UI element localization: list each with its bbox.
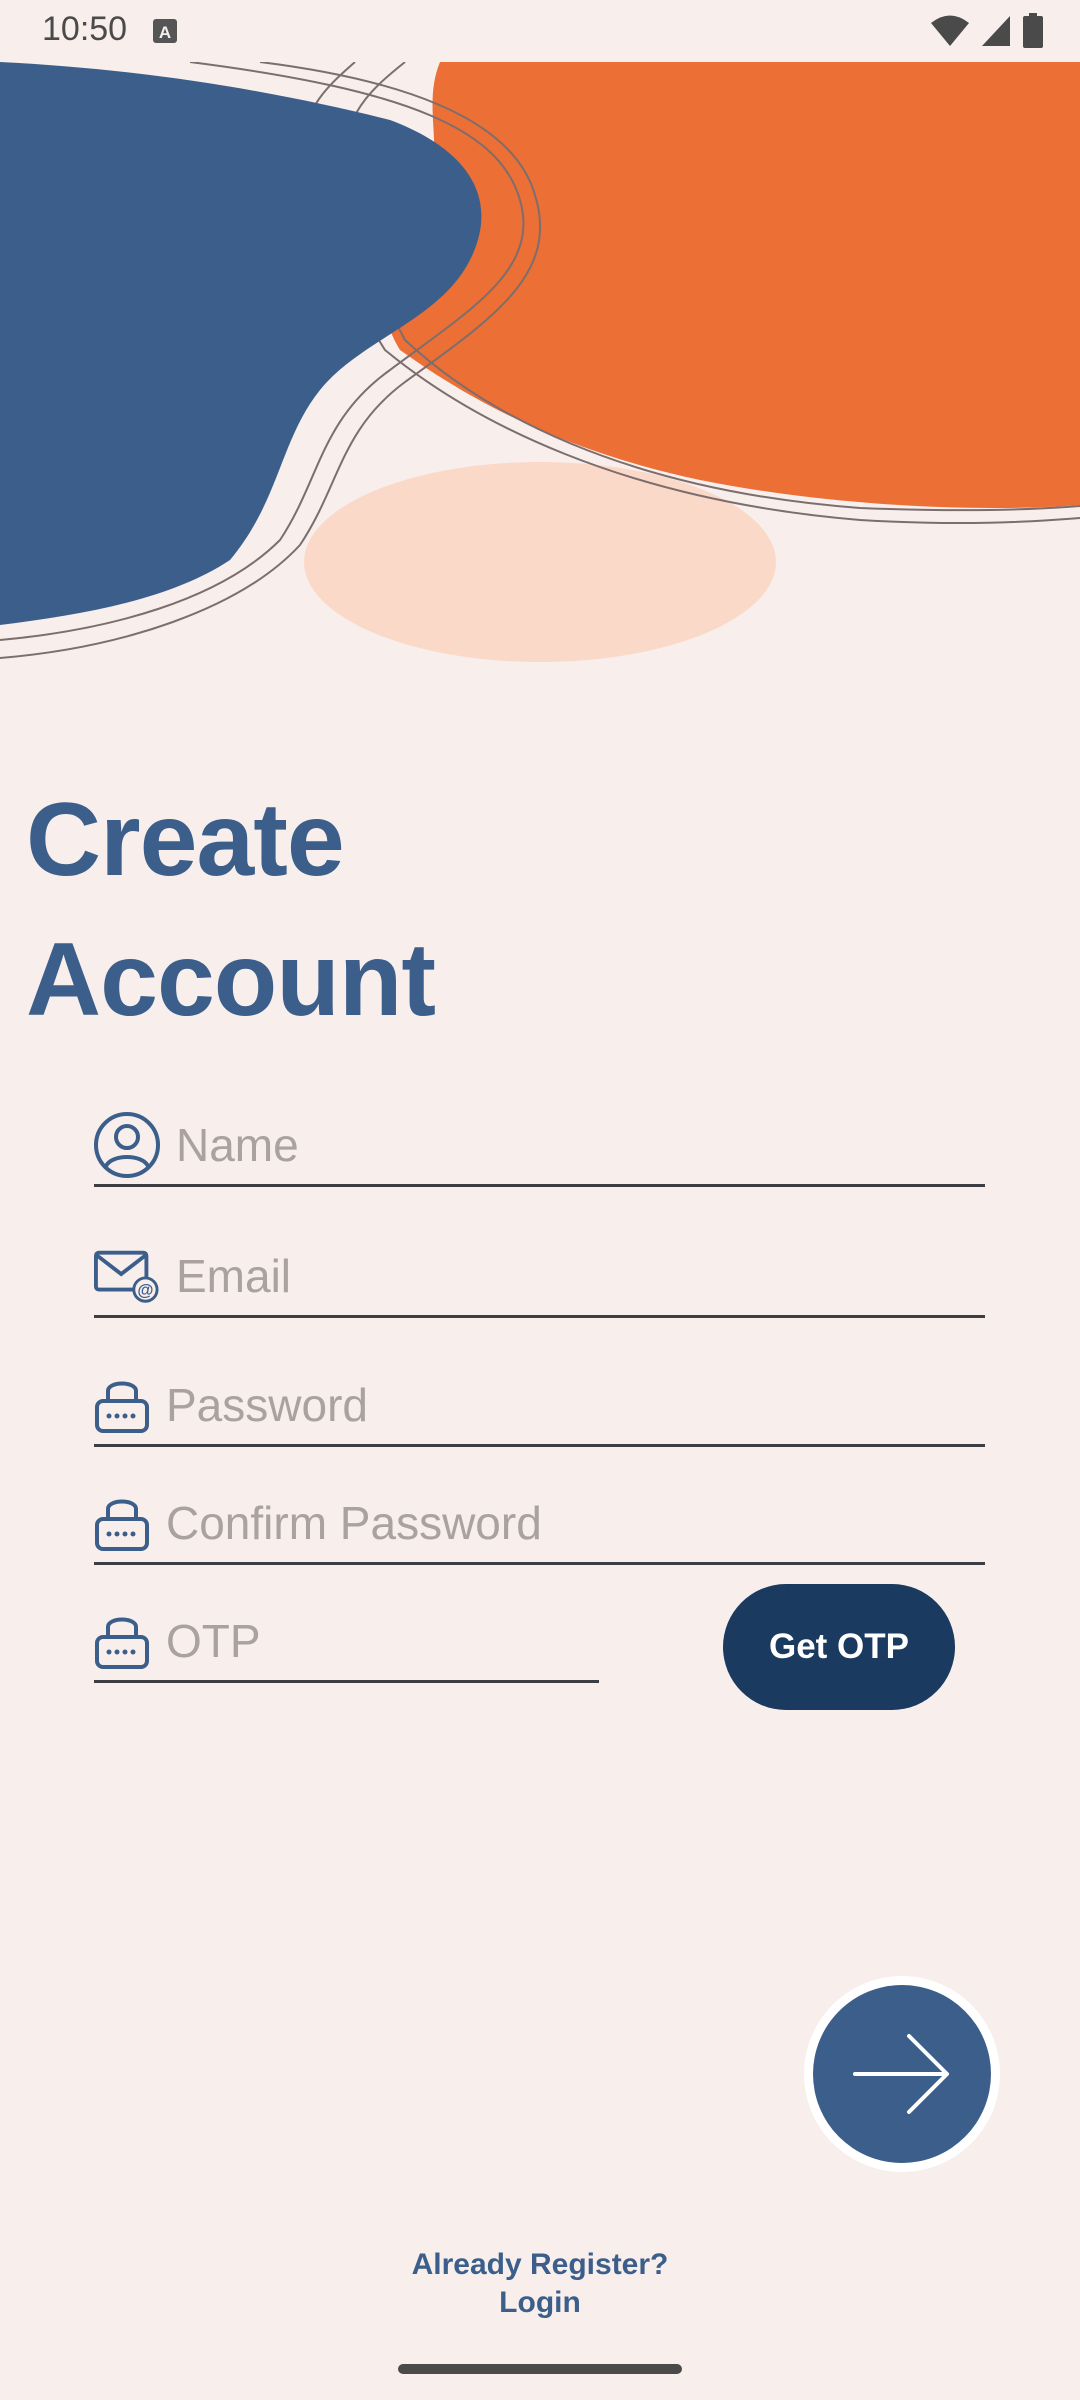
title-line-1: Create bbox=[26, 782, 345, 898]
wifi-icon bbox=[931, 15, 969, 46]
svg-text:@: @ bbox=[137, 1281, 153, 1299]
status-time: 10:50 bbox=[42, 10, 128, 48]
otp-field bbox=[94, 1602, 599, 1683]
create-account-screen: 10:50 A Create Account Name @ Email OTP … bbox=[0, 0, 1080, 2400]
user-icon bbox=[94, 1112, 160, 1178]
peach-blob bbox=[304, 462, 776, 662]
orange-blob bbox=[382, 62, 1080, 508]
arrow-right-icon bbox=[853, 2034, 949, 2114]
svg-text:A: A bbox=[159, 23, 171, 42]
get-otp-button[interactable]: Get OTP bbox=[723, 1584, 955, 1710]
signal-icon bbox=[982, 16, 1010, 46]
email-field: @ bbox=[94, 1237, 985, 1318]
login-link-action: Login bbox=[499, 2286, 581, 2319]
name-field bbox=[94, 1106, 985, 1187]
lock-icon bbox=[94, 1372, 150, 1438]
status-icons bbox=[930, 12, 1044, 50]
password-field bbox=[94, 1366, 985, 1447]
confirm-password-input[interactable] bbox=[166, 1496, 985, 1550]
header-decoration bbox=[0, 61, 1080, 662]
password-input[interactable] bbox=[166, 1378, 985, 1432]
otp-input[interactable] bbox=[166, 1614, 599, 1668]
next-button-circle bbox=[813, 1985, 991, 2163]
next-button[interactable] bbox=[804, 1976, 1000, 2172]
login-link-question: Already Register? bbox=[411, 2248, 669, 2281]
status-bar: 10:50 A bbox=[0, 0, 1080, 62]
lock-icon bbox=[94, 1490, 150, 1556]
keyboard-a-icon: A bbox=[153, 19, 177, 43]
lock-icon bbox=[94, 1608, 150, 1674]
battery-icon bbox=[1023, 13, 1043, 48]
email-icon: @ bbox=[94, 1243, 160, 1309]
email-input[interactable] bbox=[176, 1249, 985, 1303]
login-link[interactable]: Already Register? Login bbox=[0, 2246, 1080, 2322]
page-title: Create Account bbox=[26, 770, 436, 1050]
confirm-password-field bbox=[94, 1484, 985, 1565]
name-input[interactable] bbox=[176, 1118, 985, 1172]
home-indicator[interactable] bbox=[398, 2364, 682, 2374]
title-line-2: Account bbox=[26, 922, 436, 1038]
